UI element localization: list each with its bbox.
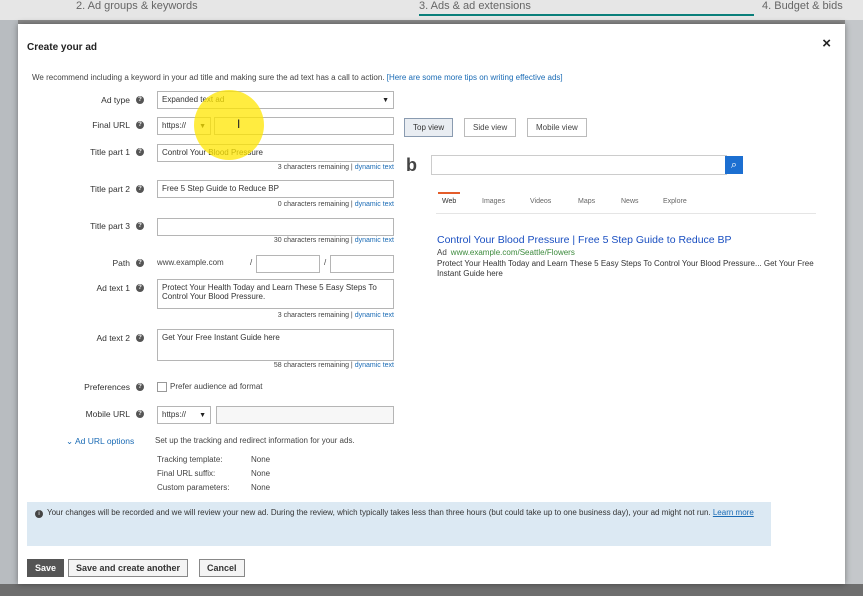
help-icon[interactable]: ?	[136, 334, 144, 342]
path2-input[interactable]	[330, 255, 394, 273]
background-left	[0, 20, 18, 596]
dynamic-text-link[interactable]: dynamic text	[355, 164, 394, 171]
text-cursor-icon: I	[237, 117, 241, 131]
close-icon[interactable]: ×	[822, 35, 831, 52]
tab-web: Web	[442, 198, 457, 205]
chevron-down-icon: ▼	[382, 97, 389, 104]
tab-images: Images	[482, 198, 505, 205]
step-budget[interactable]: 4. Budget & bids	[762, 0, 843, 12]
tab-maps: Maps	[578, 198, 596, 205]
final-url-suffix-label: Final URL suffix:	[157, 469, 216, 478]
intro-text: We recommend including a keyword in your…	[32, 73, 563, 82]
help-icon[interactable]: ?	[136, 284, 144, 292]
title1-input[interactable]: Control Your Blood Pressure	[157, 144, 394, 162]
ad-text1-remaining: 3 characters remaining | dynamic text	[277, 312, 394, 319]
wizard-steps: 2. Ad groups & keywords 3. Ads & ad exte…	[0, 0, 863, 20]
url-options-description: Set up the tracking and redirect informa…	[155, 436, 355, 445]
final-url-label: Final URL	[92, 120, 130, 130]
save-button[interactable]: Save	[27, 559, 65, 577]
learn-more-link[interactable]: Learn more	[713, 508, 754, 517]
search-icon: ⌕	[725, 156, 743, 174]
ad-text1-input[interactable]: Protect Your Health Today and Learn Thes…	[157, 279, 394, 309]
tracking-template-label: Tracking template:	[157, 455, 223, 464]
active-tab-indicator	[438, 192, 460, 194]
preview-search-box	[431, 155, 727, 175]
dialog-title: Create your ad	[27, 42, 98, 53]
tracking-template-value: None	[251, 455, 271, 464]
ad-text1-label: Ad text 1	[96, 283, 130, 293]
dynamic-text-link[interactable]: dynamic text	[355, 312, 394, 319]
title1-label: Title part 1	[90, 147, 130, 157]
mobile-url-protocol-select[interactable]: https://▼	[157, 406, 211, 424]
ad-type-label: Ad type	[101, 95, 130, 105]
preview-ad-url: Ad www.example.com/Seattle/Flowers	[437, 248, 575, 257]
final-url-suffix-value: None	[251, 469, 271, 478]
path1-input[interactable]	[256, 255, 320, 273]
preview-ad-description: Protect Your Health Today and Learn Thes…	[437, 259, 814, 278]
path-separator: /	[250, 258, 253, 267]
custom-parameters-value: None	[251, 483, 271, 492]
save-and-create-another-button[interactable]: Save and create another	[68, 559, 189, 577]
bing-logo: b	[406, 155, 417, 175]
path-domain: www.example.com	[157, 258, 224, 267]
help-icon[interactable]: ?	[136, 222, 144, 230]
help-icon[interactable]: ?	[136, 121, 144, 129]
custom-parameters-label: Custom parameters:	[157, 483, 230, 492]
create-ad-dialog: Create your ad × We recommend including …	[18, 24, 845, 584]
ad-text2-label: Ad text 2	[96, 333, 130, 343]
title1-remaining: 3 characters remaining | dynamic text	[277, 164, 394, 171]
active-step-indicator	[419, 14, 754, 16]
dynamic-text-link[interactable]: dynamic text	[355, 201, 394, 208]
dynamic-text-link[interactable]: dynamic text	[355, 362, 394, 369]
step-ad-groups[interactable]: 2. Ad groups & keywords	[76, 0, 198, 12]
info-icon: i	[35, 510, 43, 518]
tabs-divider	[436, 213, 816, 214]
preview-ad-title: Control Your Blood Pressure | Free 5 Ste…	[437, 234, 732, 246]
mobile-url-label: Mobile URL	[85, 409, 130, 419]
chevron-down-icon: ⌄	[66, 436, 76, 446]
tab-explore: Explore	[663, 198, 687, 205]
help-icon[interactable]: ?	[136, 185, 144, 193]
preferences-label: Preferences	[84, 382, 130, 392]
path-label: Path	[112, 258, 131, 268]
tab-videos: Videos	[530, 198, 552, 205]
tab-news: News	[621, 198, 639, 205]
help-icon[interactable]: ?	[136, 259, 144, 267]
ad-type-select[interactable]: Expanded text ad ▼	[157, 91, 394, 109]
title3-label: Title part 3	[90, 221, 130, 231]
ad-text2-input[interactable]: Get Your Free Instant Guide here	[157, 329, 394, 361]
background-right	[845, 20, 863, 596]
title2-label: Title part 2	[90, 184, 130, 194]
title2-remaining: 0 characters remaining | dynamic text	[277, 201, 394, 208]
title3-input[interactable]	[157, 218, 394, 236]
help-icon[interactable]: ?	[136, 383, 144, 391]
ad-text2-remaining: 58 characters remaining | dynamic text	[273, 362, 394, 369]
audience-format-label: Prefer audience ad format	[170, 382, 263, 391]
background-bottom	[0, 584, 863, 596]
mobile-view-button[interactable]: Mobile view	[527, 118, 587, 137]
cursor-highlight	[194, 90, 264, 160]
tips-link[interactable]: [Here are some more tips on writing effe…	[387, 73, 563, 82]
cancel-button[interactable]: Cancel	[199, 559, 245, 577]
side-view-button[interactable]: Side view	[464, 118, 517, 137]
step-ads[interactable]: 3. Ads & ad extensions	[419, 0, 531, 12]
ad-url-options-toggle[interactable]: ⌄ Ad URL options	[66, 436, 134, 447]
chevron-down-icon: ▼	[199, 412, 206, 419]
review-notice: i Your changes will be recorded and we wi…	[27, 502, 771, 546]
help-icon[interactable]: ?	[136, 148, 144, 156]
dynamic-text-link[interactable]: dynamic text	[355, 237, 394, 244]
title2-input[interactable]: Free 5 Step Guide to Reduce BP	[157, 180, 394, 198]
path-separator: /	[324, 258, 327, 267]
audience-format-checkbox[interactable]	[157, 382, 167, 392]
help-icon[interactable]: ?	[136, 96, 144, 104]
top-view-button[interactable]: Top view	[404, 118, 454, 137]
title3-remaining: 30 characters remaining | dynamic text	[273, 237, 394, 244]
mobile-url-input[interactable]	[216, 406, 394, 424]
help-icon[interactable]: ?	[136, 410, 144, 418]
